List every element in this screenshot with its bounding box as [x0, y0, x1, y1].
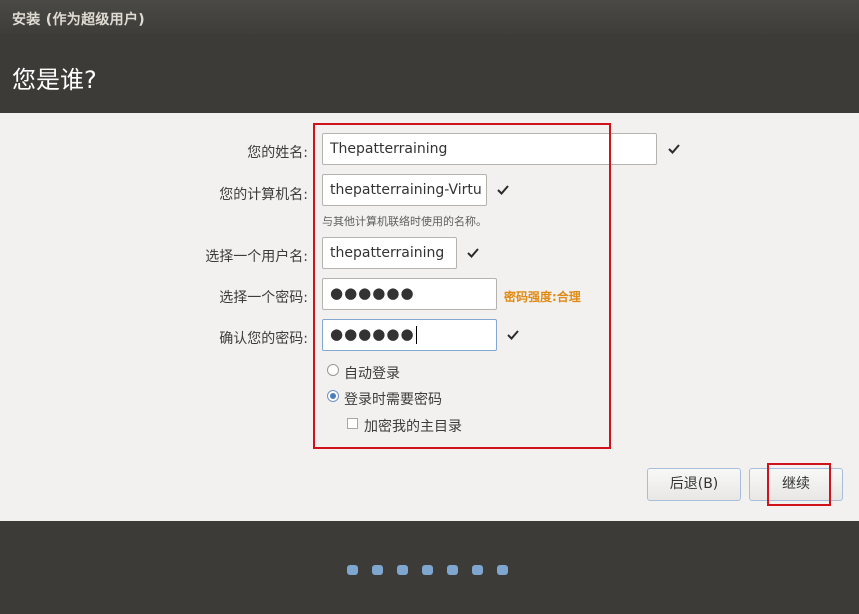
progress-dot: [372, 565, 383, 575]
progress-dot: [497, 565, 508, 575]
computer-name-label: 您的计算机名:: [219, 187, 308, 203]
page-header: 您是谁?: [0, 34, 859, 113]
progress-dot: [422, 565, 433, 575]
confirm-password-label: 确认您的密码:: [219, 331, 308, 347]
progress-dot: [447, 565, 458, 575]
back-button[interactable]: 后退(B): [647, 468, 741, 501]
check-icon: [668, 144, 680, 154]
username-label: 选择一个用户名:: [205, 249, 308, 265]
page-title: 您是谁?: [12, 66, 97, 94]
window-title: 安装 (作为超级用户): [0, 0, 859, 34]
password-label: 选择一个密码:: [219, 290, 308, 306]
highlight-box-form: [313, 123, 611, 449]
progress-dot: [347, 565, 358, 575]
progress-dot: [397, 565, 408, 575]
highlight-box-continue: [767, 463, 831, 506]
progress-dot: [472, 565, 483, 575]
name-label: 您的姓名:: [247, 145, 308, 161]
